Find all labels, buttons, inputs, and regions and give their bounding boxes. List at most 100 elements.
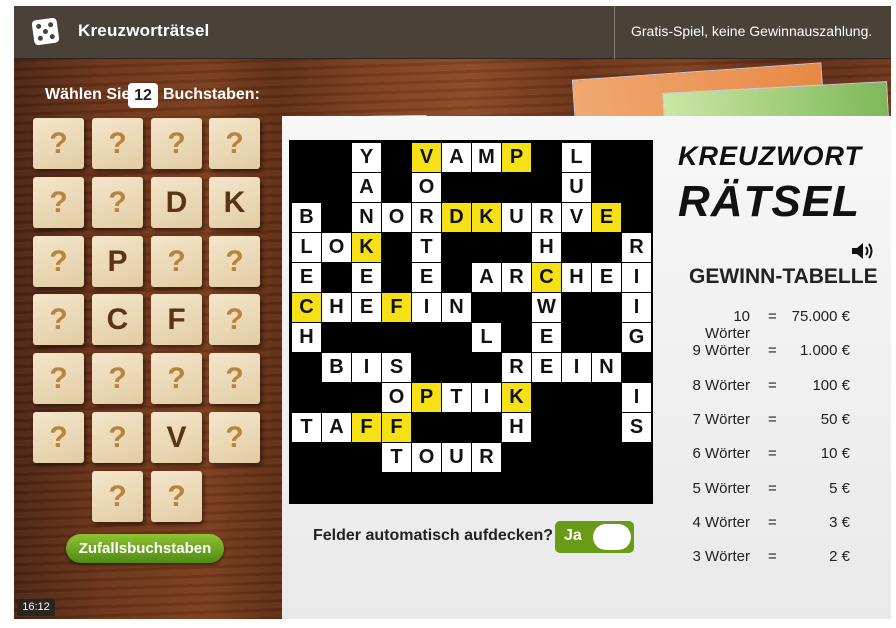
grid-cell: E xyxy=(532,323,561,352)
hidden-letter-tile[interactable]: ? xyxy=(151,118,202,169)
grid-cell: H xyxy=(562,263,591,292)
grid-cell: I xyxy=(622,293,651,322)
grid-cell: V xyxy=(562,203,591,232)
prize-amount: 2 € xyxy=(829,548,850,566)
random-letters-button[interactable]: Zufallsbuchstaben xyxy=(66,534,224,563)
grid-cell: P xyxy=(412,383,441,412)
grid-cell: B xyxy=(322,353,351,382)
letter-count-badge: 12 xyxy=(128,83,158,108)
prize-row: 10 Wörter = 75.000 € xyxy=(690,308,860,342)
grid-cell: E xyxy=(592,263,621,292)
hidden-letter-tile[interactable]: ? xyxy=(151,353,202,404)
grid-cell: H xyxy=(292,323,321,352)
prize-amount: 3 € xyxy=(829,513,850,531)
grid-cell: I xyxy=(562,353,591,382)
grid-cell: N xyxy=(442,293,471,322)
toggle-label: Ja xyxy=(564,527,582,544)
auto-reveal-toggle[interactable]: Ja xyxy=(555,521,634,553)
hidden-letter-tile[interactable]: ? xyxy=(33,294,84,345)
prize-row: 8 Wörter = 100 € xyxy=(690,377,860,399)
grid-cell: T xyxy=(292,413,321,442)
prize-amount: 75.000 € xyxy=(791,308,850,325)
grid-cell: B xyxy=(292,203,321,232)
letter-tile-c[interactable]: C xyxy=(92,294,143,345)
equals-sign: = xyxy=(768,479,777,497)
hidden-letter-tile[interactable]: ? xyxy=(92,118,143,169)
prize-words: 5 Wörter xyxy=(692,479,750,497)
clock: 16:12 xyxy=(17,599,55,616)
toggle-knob[interactable] xyxy=(593,524,631,550)
prize-row: 5 Wörter = 5 € xyxy=(690,480,860,502)
hidden-letter-tile[interactable]: ? xyxy=(92,412,143,463)
letter-tile-p[interactable]: P xyxy=(92,236,143,287)
grid-cell: E xyxy=(532,353,561,382)
game-title: Kreuzworträtsel xyxy=(78,21,210,40)
letter-tile-f[interactable]: F xyxy=(151,294,202,345)
prize-words: 9 Wörter xyxy=(692,342,750,360)
prize-row: 6 Wörter = 10 € xyxy=(690,445,860,467)
grid-cell: R xyxy=(622,233,651,262)
grid-cell: O xyxy=(382,383,411,412)
grid-cell: I xyxy=(352,353,381,382)
grid-cell: F xyxy=(352,413,381,442)
grid-cell: N xyxy=(352,203,381,232)
letter-tile-d[interactable]: D xyxy=(151,177,202,228)
equals-sign: = xyxy=(768,410,777,428)
letter-tile-k[interactable]: K xyxy=(209,177,260,228)
hidden-letter-tile[interactable]: ? xyxy=(33,353,84,404)
hidden-letter-tile[interactable]: ? xyxy=(92,177,143,228)
grid-cell: H xyxy=(502,413,531,442)
grid-cell: L xyxy=(292,233,321,262)
letter-tile-v[interactable]: V xyxy=(151,412,202,463)
grid-cell: H xyxy=(532,233,561,262)
hidden-letter-tile[interactable]: ? xyxy=(209,236,260,287)
header-divider xyxy=(614,6,615,59)
equals-sign: = xyxy=(768,445,777,463)
grid-cell: E xyxy=(292,263,321,292)
prize-row: 9 Wörter = 1.000 € xyxy=(690,342,860,364)
grid-cell: E xyxy=(412,263,441,292)
equals-sign: = xyxy=(768,513,777,531)
grid-cell: L xyxy=(472,323,501,352)
grid-cell: U xyxy=(562,173,591,202)
grid-cell: E xyxy=(592,203,621,232)
prize-words: 7 Wörter xyxy=(692,410,750,428)
auto-reveal-label: Felder automatisch aufdecken? xyxy=(313,527,554,544)
prize-amount: 100 € xyxy=(812,376,850,394)
grid-cell: I xyxy=(622,263,651,292)
grid-cell: G xyxy=(622,323,651,352)
hidden-letter-tile[interactable]: ? xyxy=(33,118,84,169)
grid-cell: R xyxy=(502,353,531,382)
hidden-letter-tile[interactable]: ? xyxy=(209,294,260,345)
grid-cell: I xyxy=(622,383,651,412)
hidden-letter-tile[interactable]: ? xyxy=(92,471,143,522)
equals-sign: = xyxy=(768,548,777,566)
hidden-letter-tile[interactable]: ? xyxy=(92,353,143,404)
hidden-letter-tile[interactable]: ? xyxy=(209,118,260,169)
hidden-letter-tile[interactable]: ? xyxy=(33,177,84,228)
logo-line1: KREUZWORT xyxy=(678,141,862,171)
grid-cell: A xyxy=(442,143,471,172)
prize-words: 8 Wörter xyxy=(692,376,750,394)
prize-table-title: GEWINN-TABELLE xyxy=(689,265,878,288)
grid-cell: R xyxy=(412,203,441,232)
hidden-letter-tile[interactable]: ? xyxy=(151,471,202,522)
speaker-icon[interactable] xyxy=(851,242,875,260)
grid-cell: D xyxy=(442,203,471,232)
grid-cell: P xyxy=(502,143,531,172)
hidden-letter-tile[interactable]: ? xyxy=(33,412,84,463)
hidden-letter-tile[interactable]: ? xyxy=(209,412,260,463)
hidden-letter-tile[interactable]: ? xyxy=(33,236,84,287)
dice-icon xyxy=(31,17,60,46)
choose-suffix: Buchstaben: xyxy=(163,86,260,103)
hidden-letter-tile[interactable]: ? xyxy=(151,236,202,287)
grid-cell: I xyxy=(472,383,501,412)
prize-amount: 1.000 € xyxy=(799,342,850,360)
grid-cell: A xyxy=(322,413,351,442)
prize-row: 4 Wörter = 3 € xyxy=(690,514,860,536)
choose-prefix: Wählen Sie xyxy=(45,86,131,103)
hidden-letter-tile[interactable]: ? xyxy=(209,353,260,404)
logo-line2: RÄTSEL xyxy=(678,177,860,226)
equals-sign: = xyxy=(768,376,777,394)
grid-cell: U xyxy=(502,203,531,232)
